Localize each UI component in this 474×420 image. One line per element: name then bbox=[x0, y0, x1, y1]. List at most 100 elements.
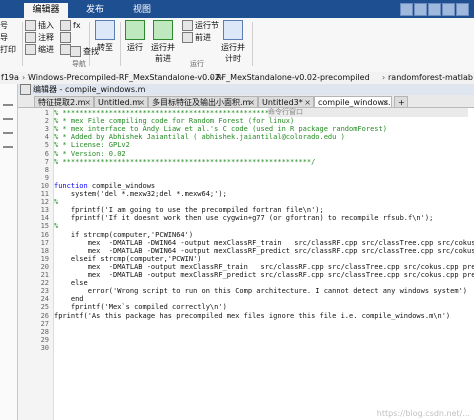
line-number: 14 bbox=[40, 214, 49, 222]
line-number: 6 bbox=[44, 150, 49, 158]
close-icon[interactable]: × bbox=[84, 97, 91, 107]
line-number: 7 bbox=[44, 158, 49, 166]
ribbon-run-column: 运行节 前进 bbox=[182, 20, 219, 44]
advance-button[interactable]: 前进 bbox=[182, 32, 216, 44]
format-button[interactable] bbox=[60, 32, 88, 44]
line-number: 29 bbox=[40, 336, 49, 344]
line-number: 19 bbox=[40, 255, 49, 263]
code-line: % * License: GPLv2 bbox=[54, 141, 130, 149]
code-editor[interactable]: 1 2 3 4 5 6 7 8 9 10 11 12 13 14 15 16 1… bbox=[18, 108, 474, 420]
code-line: mex -DMATLAB -output mexClassRF_predict … bbox=[87, 271, 474, 279]
line-number: 2 bbox=[44, 117, 49, 125]
ribbon-edit-column: 插入 注释 缩进 bbox=[25, 20, 65, 56]
breadcrumb-separator: › bbox=[22, 73, 26, 82]
ribbon-left-item-3[interactable]: 打印 bbox=[0, 44, 20, 56]
line-number: 24 bbox=[40, 295, 49, 303]
indent-icon bbox=[25, 44, 36, 55]
run-button[interactable]: 运行 bbox=[122, 20, 148, 53]
advance-icon bbox=[182, 32, 193, 43]
code-line: % * Added by Abhishek Jaiantilal ( abhis… bbox=[54, 133, 345, 141]
dropdown-icon[interactable] bbox=[456, 3, 469, 16]
insert-button[interactable]: 插入 bbox=[25, 20, 65, 32]
fx-button[interactable]: fx bbox=[60, 20, 88, 32]
doc-tab-5[interactable]: compile_windows.m × bbox=[314, 96, 392, 107]
find-button[interactable]: 查找 bbox=[70, 46, 99, 58]
code-line: system('del *.mexw32;del *.mexw64;'); bbox=[54, 190, 227, 198]
editor-title-bar: 编辑器 - compile_windows.m bbox=[18, 84, 474, 95]
restore-icon[interactable] bbox=[428, 3, 441, 16]
line-number: 23 bbox=[40, 287, 49, 295]
breadcrumb-separator: › bbox=[382, 73, 386, 82]
line-number: 16 bbox=[40, 231, 49, 239]
folder-marker bbox=[3, 132, 13, 134]
tab-editor[interactable]: 编辑器 bbox=[24, 3, 68, 18]
ribbon: 号 导 打印 插入 注释 缩进 fx 转至 查找 导航 运行 运行并前进 运行节… bbox=[0, 18, 474, 73]
code-line: else bbox=[54, 279, 88, 287]
ribbon-divider bbox=[22, 22, 23, 66]
breadcrumb-4[interactable]: randomforest-matlab bbox=[388, 72, 473, 84]
line-number: 20 bbox=[40, 263, 49, 271]
run-advance-icon bbox=[153, 20, 173, 40]
comment-button[interactable]: 注释 bbox=[25, 32, 65, 44]
indent-button[interactable]: 缩进 bbox=[25, 44, 65, 56]
code-line: error('Wrong script to run on this Comp … bbox=[54, 287, 468, 295]
ribbon-left-item-2[interactable]: 导 bbox=[0, 32, 20, 44]
folder-marker bbox=[3, 118, 13, 120]
doc-tab-4[interactable]: Untitled3* × bbox=[258, 96, 314, 107]
goto-icon bbox=[95, 20, 115, 40]
code-line: mex -DMATLAB -output mexClassRF_train sr… bbox=[87, 263, 474, 271]
editor-icon bbox=[20, 84, 31, 95]
folder-marker bbox=[3, 104, 13, 106]
new-tab-button[interactable]: + bbox=[394, 96, 408, 107]
maximize-icon[interactable] bbox=[414, 3, 427, 16]
tab-publish[interactable]: 发布 bbox=[80, 3, 110, 18]
code-line: mex -DMATLAB -DWIN64 -output mexClassRF_… bbox=[87, 247, 474, 255]
line-number: 15 bbox=[40, 222, 49, 230]
tab-view[interactable]: 视图 bbox=[124, 3, 160, 18]
code-line: elseif strcmp(computer,'PCWIN') bbox=[54, 255, 202, 263]
breadcrumb-3[interactable]: RF_MexStandalone-v0.02-precompiled bbox=[216, 72, 370, 84]
line-number: 30 bbox=[40, 344, 49, 352]
line-number: 12 bbox=[40, 198, 49, 206]
close-icon[interactable]: × bbox=[304, 97, 311, 107]
ribbon-divider bbox=[120, 22, 121, 66]
code-line: % * Version: 0.02 bbox=[54, 150, 126, 158]
format-icon bbox=[60, 32, 71, 43]
section-label-run: 运行 bbox=[190, 60, 204, 68]
keyword: function bbox=[54, 182, 88, 190]
line-number: 4 bbox=[44, 133, 49, 141]
document-tabs: 特征提取2.m × Untitled.m × 多目标特征及输出小面积.m × Unti… bbox=[18, 95, 474, 108]
function-name: compile_windows bbox=[87, 182, 156, 190]
run-section-button[interactable]: 运行节 bbox=[182, 20, 219, 32]
breadcrumb-2[interactable]: Windows-Precompiled-RF_MexStandalone-v0.… bbox=[28, 72, 223, 84]
run-time-icon bbox=[223, 20, 243, 40]
line-number: 10 bbox=[40, 182, 49, 190]
line-number: 5 bbox=[44, 141, 49, 149]
doc-tab-3[interactable]: 多目标特征及输出小面积.m × bbox=[148, 96, 258, 107]
close-icon[interactable]: × bbox=[138, 97, 145, 107]
close-icon[interactable]: × bbox=[382, 97, 389, 107]
line-number: 18 bbox=[40, 247, 49, 255]
breadcrumb-1[interactable]: f19a bbox=[1, 72, 19, 84]
minimize-icon[interactable] bbox=[400, 3, 413, 16]
run-icon bbox=[125, 20, 145, 40]
close-icon[interactable]: × bbox=[248, 97, 255, 107]
code-line: fprintf('If it doesnt work then use cygw… bbox=[54, 214, 434, 222]
help-icon[interactable] bbox=[442, 3, 455, 16]
code-line: % bbox=[54, 222, 59, 230]
ribbon-divider bbox=[252, 22, 253, 66]
line-number: 26 bbox=[40, 312, 49, 320]
run-advance-button[interactable]: 运行并前进 bbox=[148, 20, 178, 64]
ribbon-left-item-1[interactable]: 号 bbox=[0, 20, 20, 32]
command-window-header: 命令行窗口 bbox=[268, 108, 468, 117]
search-icon bbox=[70, 46, 81, 57]
code-line: fprintf('As this package has precompiled… bbox=[54, 312, 451, 320]
doc-tab-2[interactable]: Untitled.m × bbox=[94, 96, 148, 107]
code-line: % * mex File compiling code for Random F… bbox=[54, 117, 295, 125]
code-line: % **************************************… bbox=[54, 158, 316, 166]
code-line: fprintf('Mex`s compiled correctly\n') bbox=[54, 303, 227, 311]
run-section-icon bbox=[182, 20, 193, 31]
editor-title: 编辑器 - compile_windows.m bbox=[33, 85, 146, 94]
run-time-button[interactable]: 运行并计时 bbox=[218, 20, 248, 64]
doc-tab-1[interactable]: 特征提取2.m × bbox=[34, 96, 94, 107]
